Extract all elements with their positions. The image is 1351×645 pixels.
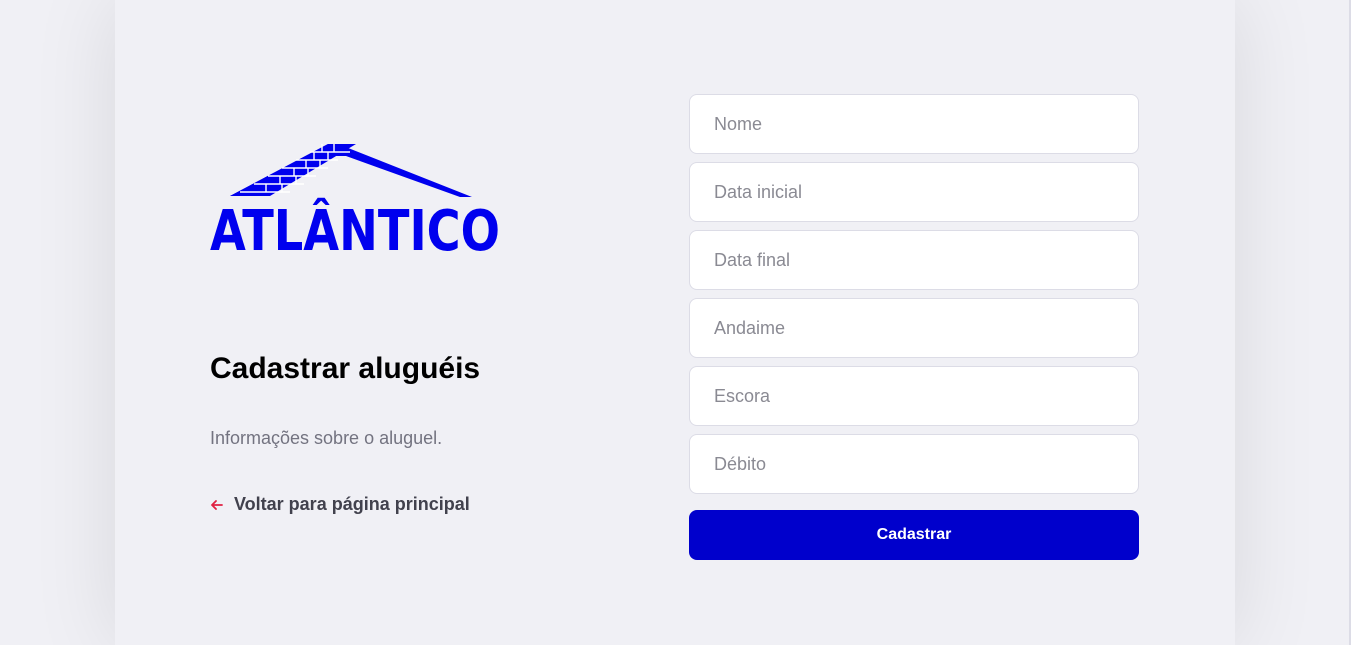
page-title: Cadastrar aluguéis: [210, 352, 481, 385]
start-date-input[interactable]: [689, 162, 1139, 222]
arrow-left-icon: [210, 498, 224, 512]
prop-input[interactable]: [689, 366, 1139, 426]
back-to-home-link[interactable]: Voltar para página principal: [210, 494, 470, 515]
atlantico-logo: ATLÂNTICO: [210, 140, 505, 260]
debit-input[interactable]: [689, 434, 1139, 494]
page: ATLÂNTICO Cadastrar aluguéis Informações…: [0, 0, 1351, 645]
name-input[interactable]: [689, 94, 1139, 154]
page-description: Informações sobre o aluguel.: [210, 428, 443, 448]
register-card: ATLÂNTICO Cadastrar aluguéis Informações…: [115, 0, 1235, 645]
scaffold-input[interactable]: [689, 298, 1139, 358]
rental-form: Cadastrar: [689, 94, 1139, 560]
back-link-label: Voltar para página principal: [234, 494, 470, 514]
intro-section: ATLÂNTICO Cadastrar aluguéis Informações…: [210, 0, 610, 645]
logo-text: ATLÂNTICO: [210, 199, 500, 260]
register-button[interactable]: Cadastrar: [689, 510, 1139, 560]
end-date-input[interactable]: [689, 230, 1139, 290]
